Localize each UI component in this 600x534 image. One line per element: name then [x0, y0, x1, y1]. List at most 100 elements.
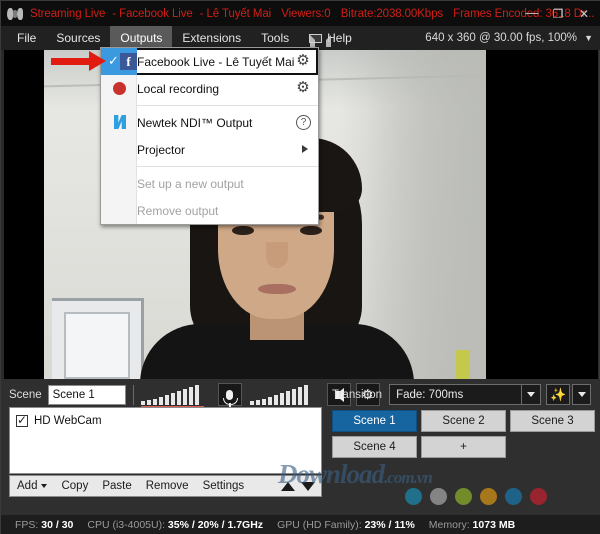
gear-icon[interactable]: ⚙	[295, 80, 311, 96]
output-item-label: Remove output	[137, 203, 219, 218]
maximize-button[interactable]: ❐	[545, 3, 571, 25]
window-title: Streaming Live - Facebook Live - Lê Tuyết …	[30, 7, 595, 20]
cpu-value: 35% / 20% / 1.7GHz	[167, 519, 264, 531]
resolution-info: 640 x 360 @ 30.00 fps, 100%	[425, 32, 577, 44]
menu-sources-label: Sources	[56, 31, 101, 45]
source-checkbox[interactable]	[16, 413, 28, 427]
menu-file-label: File	[17, 31, 37, 45]
output-item-label: Projector	[137, 142, 186, 157]
video-door-inner	[64, 312, 130, 379]
scene-name-input[interactable]	[47, 384, 126, 405]
gpu-value: 23% / 11%	[364, 519, 415, 531]
status-cpu: CPU (i3-4005U): 35% / 20% / 1.7GHz	[87, 519, 263, 531]
sources-toolbar: Add Copy Paste Remove Settings	[9, 475, 322, 497]
title-bar: Streaming Live - Facebook Live - Lê Tuyết …	[1, 1, 600, 26]
record-dot-icon	[113, 82, 126, 95]
menu-outputs-label: Outputs	[120, 31, 163, 45]
star-dropdown-caret-icon[interactable]	[572, 384, 592, 405]
divider	[132, 384, 134, 405]
close-button[interactable]: ✕	[571, 3, 597, 25]
xsplit-broadcaster-window: Streaming Live - Facebook Live - Lê Tuyết …	[0, 0, 600, 534]
fps-key: FPS:	[15, 519, 39, 531]
menu-divider	[137, 105, 318, 106]
chevron-down-icon[interactable]	[521, 385, 540, 404]
source-label: HD WebCam	[34, 415, 102, 427]
chevron-down-icon[interactable]: ▼	[584, 26, 593, 50]
remove-button[interactable]: Remove	[139, 476, 196, 496]
help-icon[interactable]: ?	[296, 115, 311, 130]
outputs-dropdown-menu[interactable]: ✓ f Facebook Live - Lê Tuyết Mai ⚙ Local…	[100, 47, 319, 225]
list-item[interactable]: HD WebCam	[10, 411, 321, 431]
person-eye-right	[300, 226, 322, 235]
status-fps: FPS: 30 / 30	[15, 519, 73, 531]
video-yellow-object	[456, 350, 470, 379]
check-icon: ✓	[108, 53, 119, 68]
scene-button-add[interactable]: +	[421, 436, 506, 458]
scene-buttons: Scene 1 Scene 2 Scene 3 Scene 4 +	[332, 410, 596, 458]
output-item-remove-output[interactable]: Remove output	[101, 197, 318, 224]
minimize-button[interactable]: —	[519, 3, 545, 25]
triangle-down-icon[interactable]	[301, 481, 315, 491]
speaker-level-meter	[249, 384, 322, 405]
microphone-icon[interactable]	[217, 383, 242, 407]
cpu-key: CPU (i3-4005U):	[87, 519, 165, 531]
copy-button[interactable]: Copy	[54, 476, 95, 496]
person-eye-left	[232, 226, 254, 235]
transition-row: Transition Fade: 700ms ✨	[332, 384, 592, 405]
xsplit-butterfly-icon	[7, 7, 23, 21]
menu-file[interactable]: File	[7, 26, 46, 50]
output-item-local-recording[interactable]: Local recording ⚙	[101, 75, 318, 102]
sources-list[interactable]: HD WebCam	[9, 407, 322, 474]
memory-value: 1073 MB	[472, 519, 516, 531]
title-viewers: Viewers:0	[281, 7, 331, 20]
scene-button-4[interactable]: Scene 4	[332, 436, 417, 458]
status-gpu: GPU (HD Family): 23% / 11%	[277, 519, 415, 531]
microphone-level-meter	[140, 384, 213, 408]
scene-button-3[interactable]: Scene 3	[510, 410, 595, 432]
settings-button[interactable]: Settings	[196, 476, 252, 496]
person-nose	[266, 242, 288, 268]
menu-tools-label: Tools	[261, 31, 290, 45]
dot-5	[505, 488, 522, 505]
triangle-up-icon[interactable]	[281, 481, 295, 491]
output-item-setup-new-output[interactable]: Set up a new output	[101, 170, 318, 197]
chevron-down-icon	[41, 484, 48, 488]
dot-1	[405, 488, 422, 505]
ndi-icon	[114, 115, 126, 129]
dot-4	[480, 488, 497, 505]
output-item-projector[interactable]: Projector	[101, 136, 318, 163]
title-bitrate: Bitrate:2038.00Kbps	[340, 7, 444, 20]
output-item-label: Facebook Live - Lê Tuyết Mai	[137, 54, 295, 69]
scene-button-1[interactable]: Scene 1	[332, 410, 417, 432]
dot-3	[455, 488, 472, 505]
star-plus-icon[interactable]: ✨	[546, 384, 571, 405]
scene-label: Scene	[9, 388, 42, 401]
watermark-color-dots	[405, 488, 547, 505]
window-controls: — ❐ ✕	[519, 1, 597, 26]
transition-select[interactable]: Fade: 700ms	[389, 384, 542, 405]
gpu-key: GPU (HD Family):	[277, 519, 362, 531]
paste-button[interactable]: Paste	[95, 476, 138, 496]
person-mouth	[258, 284, 296, 294]
title-service: Facebook Live	[119, 7, 193, 20]
add-source-button[interactable]: Add	[10, 476, 54, 496]
mail-icon	[309, 33, 332, 47]
submenu-arrow-icon	[302, 145, 308, 153]
status-memory: Memory: 1073 MB	[429, 519, 515, 531]
dot-6	[530, 488, 547, 505]
transition-label: Transition	[332, 388, 383, 401]
menu-extensions-label: Extensions	[182, 31, 242, 45]
output-item-label: Local recording	[137, 81, 220, 96]
gear-icon[interactable]: ⚙	[295, 53, 311, 69]
add-label: Add	[17, 480, 38, 492]
output-item-newtek-ndi[interactable]: Newtek NDI™ Output ?	[101, 109, 318, 136]
output-item-facebook-live[interactable]: ✓ f Facebook Live - Lê Tuyết Mai ⚙	[101, 48, 318, 75]
scene-button-2[interactable]: Scene 2	[421, 410, 506, 432]
title-status: Streaming Live	[30, 7, 106, 20]
memory-key: Memory:	[428, 519, 470, 531]
transition-value: Fade: 700ms	[396, 388, 464, 401]
red-pointer-arrow-icon	[51, 51, 109, 71]
output-item-label: Newtek NDI™ Output	[137, 115, 253, 130]
title-account: Lê Tuyết Mai	[206, 7, 272, 20]
status-bar: FPS: 30 / 30 CPU (i3-4005U): 35% / 20% /…	[1, 515, 600, 534]
